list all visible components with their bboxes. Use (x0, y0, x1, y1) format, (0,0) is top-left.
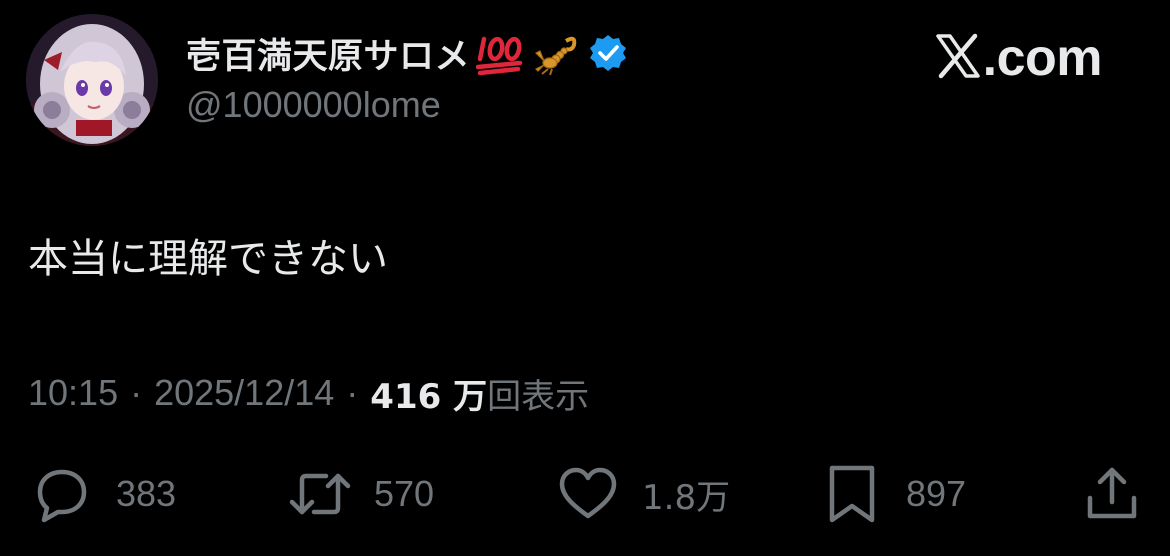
author-handle[interactable]: @1000000lome (186, 84, 441, 126)
author-name-row: 壱百満天原サロメ (186, 28, 628, 78)
views-count: 416 万 (370, 376, 488, 417)
like-button[interactable]: 1.8万 (556, 462, 730, 526)
x-logo-icon (935, 33, 981, 84)
meta-separator: · (346, 372, 359, 413)
reply-button[interactable]: 383 (30, 462, 176, 526)
action-bar: 383 570 1.8万 897 (0, 462, 1170, 526)
repost-icon (288, 462, 352, 526)
repost-button[interactable]: 570 (288, 462, 434, 526)
x-brand: .com (935, 28, 1103, 88)
tweet-text: 本当に理解できない (28, 236, 388, 282)
like-count: 1.8万 (642, 477, 731, 518)
brand-domain: .com (982, 29, 1103, 87)
reply-icon (30, 462, 94, 526)
share-button[interactable] (1082, 462, 1142, 526)
tweet-date[interactable]: 2025/12/14 (154, 372, 334, 414)
views-label: 回表示 (487, 376, 590, 417)
share-icon (1082, 462, 1142, 526)
meta-separator: · (130, 372, 143, 413)
scorpion-emoji (532, 31, 582, 76)
hundred-points-emoji (475, 31, 526, 76)
bookmark-count: 897 (906, 473, 967, 514)
display-name[interactable]: 壱百満天原サロメ (186, 28, 470, 79)
bookmark-button[interactable]: 897 (820, 462, 966, 526)
tweet-time[interactable]: 10:15 (28, 372, 118, 414)
avatar[interactable] (26, 14, 158, 146)
heart-icon (556, 462, 620, 526)
repost-count: 570 (374, 473, 435, 514)
reply-count: 383 (116, 473, 177, 514)
tweet-meta: 10:15 · 2025/12/14 · 416 万 回表示 (28, 368, 589, 418)
bookmark-icon (820, 462, 884, 526)
verified-badge-icon (588, 31, 628, 75)
